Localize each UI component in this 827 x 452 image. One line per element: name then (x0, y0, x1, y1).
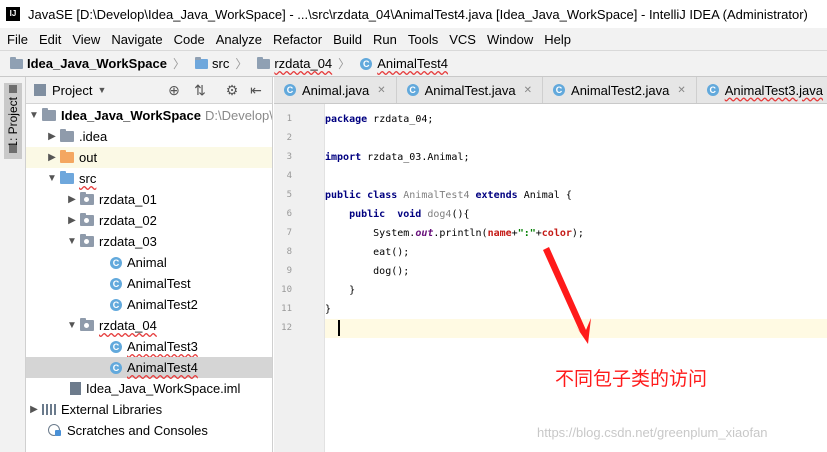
red-arrow-shape (543, 247, 591, 344)
watermark: https://blog.csdn.net/greenplum_xiaofan (537, 425, 768, 440)
annotation-label: 不同包子类的访问 (555, 369, 708, 390)
